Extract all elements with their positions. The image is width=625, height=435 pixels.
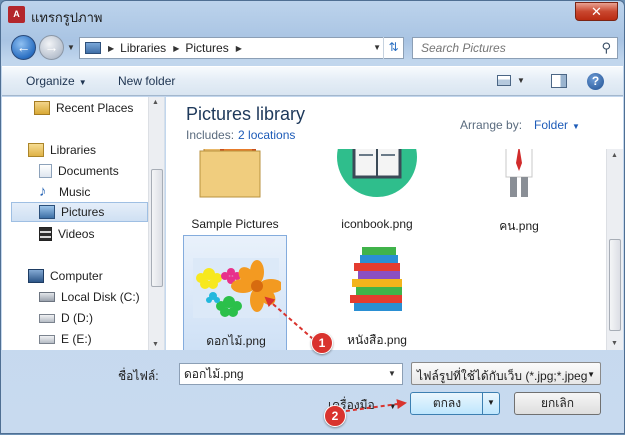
library-includes: Includes: 2 locations [186, 128, 295, 142]
chevron-right-icon[interactable]: ▶ [108, 44, 114, 53]
book-icon-thumbnail [337, 149, 417, 197]
file-item-books[interactable]: หนังสือ.png [325, 235, 429, 350]
organize-label: Organize [26, 74, 75, 88]
sidebar-item-label: Libraries [50, 143, 97, 157]
computer-icon [28, 269, 44, 283]
scroll-down-icon[interactable]: ▼ [611, 340, 618, 347]
file-item-iconbook[interactable]: iconbook.png [325, 149, 429, 239]
file-name-input[interactable] [179, 363, 403, 385]
search-input[interactable] [413, 38, 593, 58]
locations-link[interactable]: 2 locations [238, 128, 295, 142]
folder-thumbnail [199, 149, 261, 198]
sidebar-item-label: E (E:) [61, 332, 92, 346]
file-item-sample-pictures[interactable]: Sample Pictures [183, 149, 287, 239]
person-thumbnail [505, 149, 533, 197]
title-bar: A แทรกรูปภาพ ✕ [1, 1, 624, 29]
scrollbar-thumb[interactable] [151, 169, 163, 287]
help-icon[interactable]: ? [587, 73, 604, 90]
recent-locations-dropdown[interactable]: ▼ [67, 43, 75, 52]
videos-icon [39, 227, 52, 241]
pictures-icon [39, 205, 55, 219]
file-name-label: ชื่อไฟล์: [118, 369, 159, 383]
documents-icon [39, 164, 52, 178]
file-name: ดอกไม้.png [206, 334, 266, 348]
file-name: iconbook.png [341, 217, 413, 231]
file-name: หนังสือ.png [347, 333, 407, 347]
new-folder-button[interactable]: New folder [118, 74, 175, 88]
navigation-bar: ← → ▼ ▶ Libraries ▶ Pictures ▶ ▼ ⇅ ⚲ [1, 31, 624, 63]
sidebar-item-pictures[interactable]: Pictures [11, 202, 148, 222]
file-name: คน.png [499, 219, 539, 233]
command-toolbar: Organize ▼ New folder ▼ ? [2, 66, 623, 96]
file-item-flowers[interactable]: ดอกไม้.png [183, 235, 287, 350]
close-button[interactable]: ✕ [575, 2, 618, 21]
local-disk-icon [39, 292, 55, 302]
scroll-down-icon[interactable]: ▼ [152, 341, 159, 348]
sidebar-item-label: Videos [58, 227, 95, 241]
sidebar-item-label: D (D:) [61, 311, 93, 325]
chevron-down-icon: ▼ [572, 122, 580, 131]
recent-places-icon [34, 101, 50, 115]
breadcrumb-pictures[interactable]: Pictures [185, 41, 228, 55]
arrange-by-dropdown[interactable]: Folder ▼ [534, 118, 580, 132]
sidebar-item-label: Computer [50, 269, 103, 283]
scroll-up-icon[interactable]: ▲ [152, 99, 159, 106]
preview-pane-icon[interactable] [551, 74, 567, 88]
chevron-right-icon[interactable]: ▶ [236, 44, 242, 53]
insert-ok-split-button: ตกลง ▼ [410, 392, 500, 415]
navigation-pane: Recent Places Libraries Documents ♪ Musi… [2, 97, 165, 350]
sidebar-item-label: Music [59, 185, 91, 199]
sidebar-item-label: Documents [58, 164, 119, 178]
chevron-down-icon: ▼ [78, 78, 87, 87]
file-item-person[interactable]: คน.png [467, 149, 571, 239]
breadcrumb-libraries[interactable]: Libraries [120, 41, 166, 55]
chevron-down-icon: ▼ [388, 402, 397, 411]
chevron-down-icon: ▼ [587, 370, 595, 379]
libraries-folder-icon [28, 143, 44, 157]
cancel-button[interactable]: ยกเลิก [514, 392, 601, 415]
navigation-scrollbar[interactable]: ▲ ▼ [148, 97, 164, 350]
file-name: Sample Pictures [191, 217, 279, 231]
includes-label: Includes: [186, 128, 235, 142]
file-list-scrollbar[interactable]: ▲ ▼ [606, 149, 623, 350]
music-icon: ♪ [39, 183, 47, 200]
books-stack-thumbnail [350, 247, 402, 311]
file-type-select[interactable]: ไฟล์รูปที่ใช้ได้กับเว็บ (*.jpg;*.jpeg ▼ [411, 362, 601, 385]
search-box[interactable]: ⚲ [412, 37, 618, 59]
search-icon[interactable]: ⚲ [601, 40, 611, 56]
scrollbar-thumb[interactable] [609, 239, 621, 331]
forward-button[interactable]: → [39, 35, 64, 60]
organize-button[interactable]: Organize ▼ [26, 74, 87, 88]
back-button[interactable]: ← [11, 35, 36, 60]
address-bar[interactable]: ▶ Libraries ▶ Pictures ▶ ▼ ⇅ [79, 37, 404, 59]
address-history-dropdown[interactable]: ▼ [373, 43, 381, 52]
ok-button[interactable]: ตกลง [411, 393, 483, 414]
file-type-value: ไฟล์รูปที่ใช้ได้กับเว็บ (*.jpg;*.jpeg [417, 369, 588, 383]
drive-icon [39, 313, 55, 323]
insert-picture-dialog: A แทรกรูปภาพ ✕ ← → ▼ ▶ Libraries ▶ Pictu… [0, 0, 625, 434]
library-title: Pictures library [186, 104, 306, 124]
drive-icon [39, 334, 55, 344]
sidebar-item-label: Pictures [61, 205, 105, 219]
flowers-thumbnail [193, 258, 281, 318]
ok-options-dropdown[interactable]: ▼ [482, 393, 499, 414]
sidebar-item-label: Local Disk (C:) [61, 290, 140, 304]
annotation-marker-2: 2 [324, 405, 346, 427]
chevron-right-icon[interactable]: ▶ [173, 44, 179, 53]
scroll-up-icon[interactable]: ▲ [611, 152, 618, 159]
view-options-dropdown[interactable]: ▼ [517, 76, 525, 85]
refresh-icon[interactable]: ⇅ [383, 37, 403, 59]
file-name-dropdown[interactable]: ▼ [388, 369, 396, 378]
window-title: แทรกรูปภาพ [31, 10, 103, 25]
library-icon [85, 42, 101, 54]
sidebar-item-label: Recent Places [56, 101, 134, 115]
access-app-icon: A [8, 6, 25, 23]
annotation-marker-1: 1 [311, 332, 333, 354]
arrange-by-value: Folder [534, 118, 569, 132]
file-list-pane: Pictures library Includes: 2 locations Ar… [166, 97, 623, 350]
file-grid: Sample Pictures iconbook.png คน.png ดอกไ… [166, 149, 606, 350]
arrange-by-label: Arrange by: [460, 118, 523, 132]
change-view-icon[interactable] [497, 75, 511, 86]
